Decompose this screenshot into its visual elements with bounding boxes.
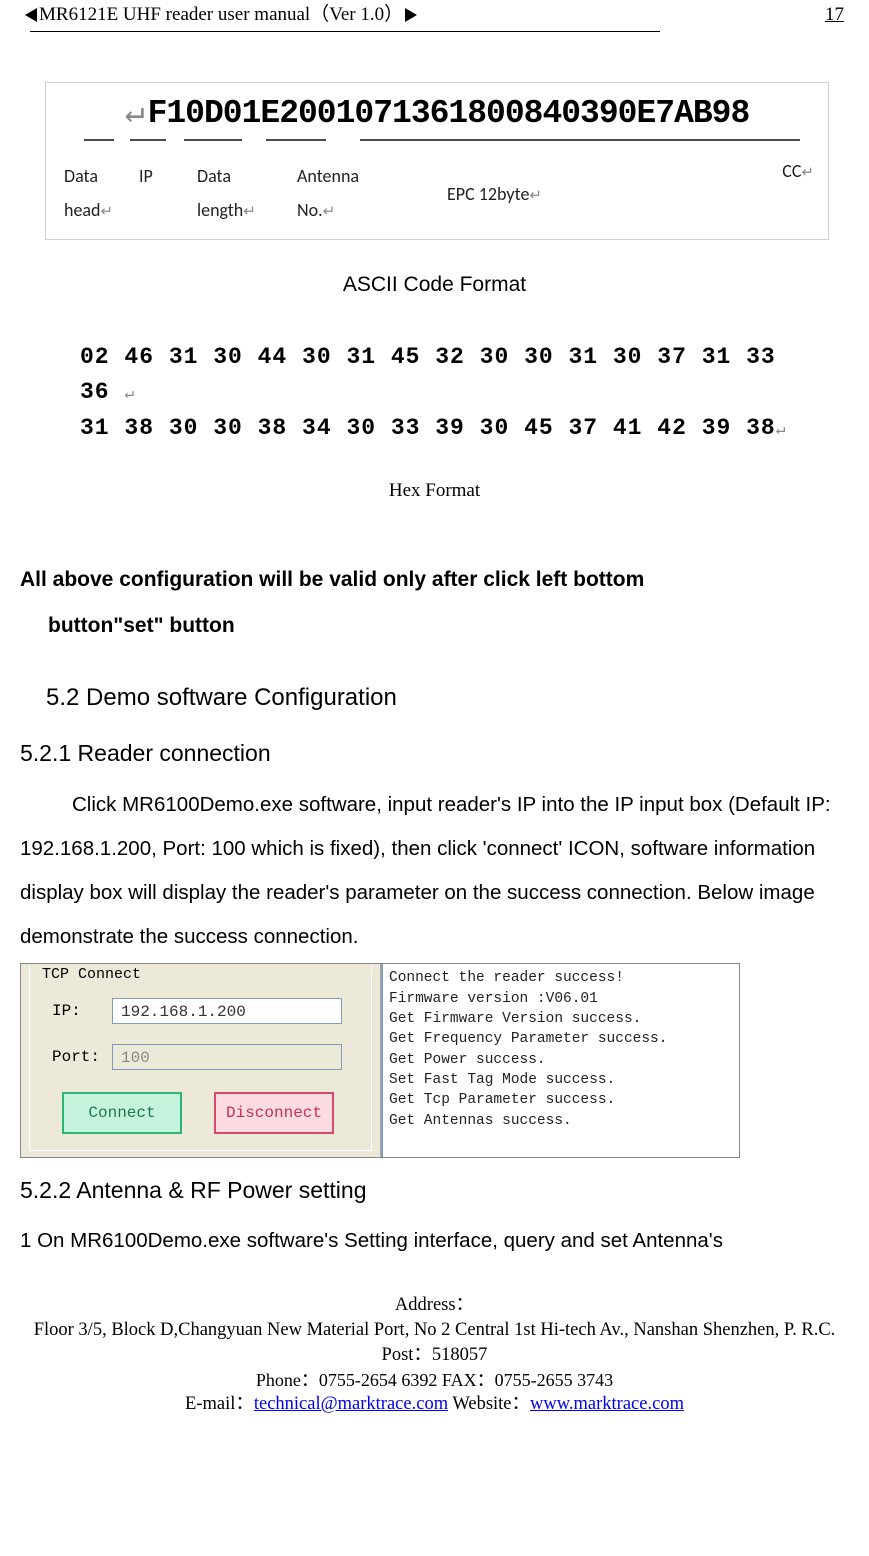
label-antenna-2: No.↵ [297,193,447,227]
label-antenna-1: Antenna [297,159,447,193]
section-5-2-2-heading: 5.2.2 Antenna & RF Power setting [20,1174,849,1206]
config-note-line1: All above configuration will be valid on… [20,557,849,603]
hex-line-1: 02 46 31 30 44 30 31 45 32 30 30 31 30 3… [80,344,776,406]
log-display-box: Connect the reader success! Firmware ver… [381,964,739,1157]
label-data-head-1: Data [64,159,139,193]
port-label: Port: [52,1046,112,1068]
ascii-underline-row [84,139,820,141]
footer-phone: Phone：0755-2654 6392 FAX：0755-2655 3743 [20,1368,849,1392]
page-number: 17 [825,2,844,29]
ascii-format-figure: ↵F10D01E2001071361800840390E7AB98 Data h… [45,82,829,241]
page-header: MR6121E UHF reader user manual（Ver 1.0） … [20,0,849,29]
port-input[interactable]: 100 [112,1044,342,1070]
log-line: Get Tcp Parameter success. [389,1090,733,1110]
log-line: Firmware version :V06.01 [389,989,733,1009]
log-line: Connect the reader success! [389,968,733,988]
section-5-2-2-body: 1 On MR6100Demo.exe software's Setting i… [20,1219,849,1263]
label-data-head-2: head↵ [64,193,139,227]
label-epc: EPC 12byte↵ [447,177,780,211]
ascii-code-string: F10D01E2001071361800840390E7AB98 [148,95,750,132]
tcp-connect-panel: TCP Connect IP: 192.168.1.200 Port: 100 … [21,964,381,1157]
log-line: Get Firmware Version success. [389,1009,733,1029]
section-5-2-1-body: Click MR6100Demo.exe software, input rea… [20,783,849,959]
ip-input[interactable]: 192.168.1.200 [112,998,342,1024]
disconnect-button[interactable]: Disconnect [214,1092,334,1134]
tcp-connect-group-label: TCP Connect [38,964,145,985]
hex-format-figure: 02 46 31 30 44 30 31 45 32 30 30 31 30 3… [80,340,819,447]
log-line: Get Frequency Parameter success. [389,1029,733,1049]
connect-button[interactable]: Connect [62,1092,182,1134]
log-line: Get Antennas success. [389,1111,733,1131]
ip-label: IP: [52,1000,112,1022]
header-rule [30,31,660,32]
label-ip: IP [139,159,197,193]
return-mark-icon: ↵ [125,95,144,132]
footer-address: Floor 3/5, Block D,Changyuan New Materia… [20,1318,849,1368]
footer-email-link[interactable]: technical@marktrace.com [254,1394,448,1414]
ascii-caption: ASCII Code Format [20,270,849,299]
log-line: Get Power success. [389,1050,733,1070]
footer-website-label: Website： [448,1394,530,1414]
section-5-2-1-heading: 5.2.1 Reader connection [20,737,849,769]
log-line: Set Fast Tag Mode success. [389,1070,733,1090]
footer-email-label: E-mail： [185,1394,254,1414]
ascii-label-row: Data head↵ IP Data length↵ Antenna No.↵ … [64,159,820,227]
header-triangle-right-icon [405,8,417,22]
section-5-2-heading: 5.2 Demo software Configuration [46,681,849,715]
config-note-line2: button"set" button [48,603,849,649]
label-data-length-1: Data [197,159,297,193]
header-title: MR6121E UHF reader user manual（Ver 1.0） [37,2,405,29]
label-data-length-2: length↵ [197,193,297,227]
hex-caption: Hex Format [20,478,849,505]
hex-line-2: 31 38 30 30 38 34 30 33 39 30 45 37 41 4… [80,415,776,441]
demo-connection-figure: TCP Connect IP: 192.168.1.200 Port: 100 … [20,963,740,1158]
config-note: All above configuration will be valid on… [20,557,849,649]
footer-website-link[interactable]: www.marktrace.com [530,1394,684,1414]
page-footer: Address： Floor 3/5, Block D,Changyuan Ne… [20,1293,849,1417]
header-triangle-left-icon [25,8,37,22]
label-cc: CC↵ [782,160,814,182]
footer-address-label: Address： [20,1293,849,1318]
